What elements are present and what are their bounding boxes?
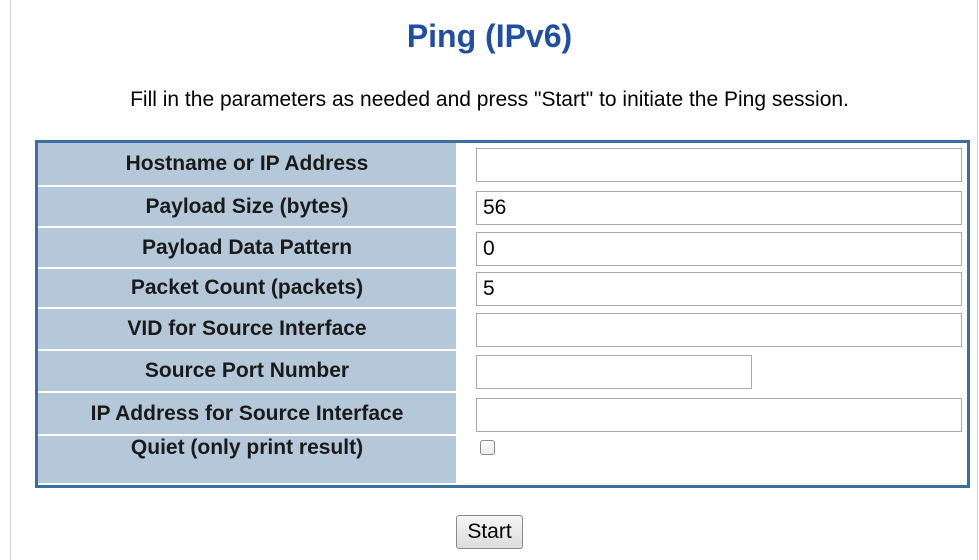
vid-source-label: VID for Source Interface — [38, 309, 458, 351]
ip-source-input[interactable] — [476, 398, 962, 432]
vid-source-input[interactable] — [476, 313, 962, 347]
payload-size-label: Payload Size (bytes) — [38, 187, 458, 228]
packet-count-input[interactable] — [476, 272, 962, 306]
row-source-port: Source Port Number — [38, 351, 967, 393]
row-ip-source: IP Address for Source Interface — [38, 393, 967, 436]
row-payload-pattern: Payload Data Pattern — [38, 228, 967, 269]
hostname-label: Hostname or IP Address — [38, 143, 458, 187]
payload-pattern-input[interactable] — [476, 232, 962, 266]
row-vid-source: VID for Source Interface — [38, 309, 967, 351]
payload-pattern-label: Payload Data Pattern — [38, 228, 458, 269]
parameters-table: Hostname or IP Address Payload Size (byt… — [35, 140, 970, 488]
source-port-input[interactable] — [476, 355, 752, 389]
row-hostname: Hostname or IP Address — [38, 143, 967, 187]
page-title: Ping (IPv6) — [406, 18, 573, 54]
payload-size-input[interactable] — [476, 191, 962, 225]
hostname-input[interactable] — [476, 148, 962, 182]
ip-source-label: IP Address for Source Interface — [38, 393, 458, 436]
quiet-checkbox[interactable] — [480, 440, 495, 455]
packet-count-label: Packet Count (packets) — [38, 269, 458, 309]
quiet-label: Quiet (only print result) — [38, 436, 458, 485]
source-port-label: Source Port Number — [38, 351, 458, 393]
page-instructions: Fill in the parameters as needed and pre… — [130, 88, 849, 111]
row-quiet: Quiet (only print result) — [38, 436, 967, 485]
start-button[interactable]: Start — [456, 515, 523, 549]
row-payload-size: Payload Size (bytes) — [38, 187, 967, 228]
row-packet-count: Packet Count (packets) — [38, 269, 967, 309]
